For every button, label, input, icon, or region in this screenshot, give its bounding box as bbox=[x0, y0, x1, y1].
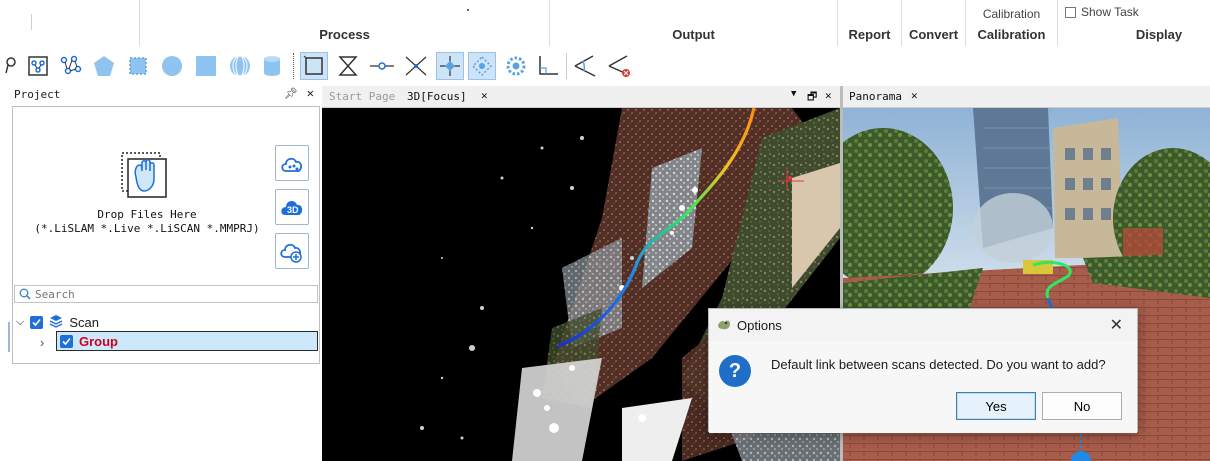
layers-icon bbox=[49, 314, 63, 331]
angle-icon[interactable] bbox=[534, 52, 562, 80]
ruler-delete-icon[interactable] bbox=[606, 52, 634, 80]
group-checkbox[interactable] bbox=[60, 334, 73, 348]
tree-item-group-expander[interactable]: › bbox=[40, 332, 44, 352]
project-panel-header: Project 📌︎ ✕ bbox=[10, 86, 320, 104]
dropdown-icon[interactable]: ▼ bbox=[791, 89, 796, 99]
cloud-open-icon bbox=[281, 157, 303, 172]
tab-3d-focus[interactable]: 3D[Focus] bbox=[407, 90, 467, 103]
close-icon[interactable]: ✕ bbox=[825, 89, 832, 102]
chevron-down-icon[interactable]: ⌵ bbox=[16, 316, 24, 329]
ribbon-group-report: Report bbox=[838, 0, 902, 46]
sphere-icon[interactable] bbox=[226, 52, 254, 80]
rectangle-select-icon[interactable] bbox=[124, 52, 152, 80]
ribbon-group-label: Output bbox=[672, 27, 715, 42]
hourglass-icon[interactable] bbox=[334, 52, 362, 80]
search-input[interactable] bbox=[35, 287, 305, 301]
diamond-point-icon[interactable] bbox=[436, 52, 464, 80]
scan-checkbox[interactable] bbox=[30, 315, 44, 329]
ribbon-group-label: Calibration bbox=[977, 27, 1046, 42]
calibration-button-label[interactable]: Calibration bbox=[966, 7, 1057, 21]
close-icon[interactable]: ✕ bbox=[1110, 315, 1123, 335]
toolbar-separator bbox=[293, 53, 294, 79]
ribbon-group-label: Display bbox=[1135, 27, 1183, 42]
close-icon[interactable]: ✕ bbox=[481, 89, 488, 102]
drop-hand-icon bbox=[118, 149, 168, 199]
tree-item-scan[interactable]: ⌵ Scan bbox=[16, 312, 99, 332]
ribbon-divider bbox=[31, 14, 32, 30]
pentagon-icon[interactable] bbox=[90, 52, 118, 80]
project-panel: Project 📌︎ ✕ Drop Files Here (*.LiSLAM *… bbox=[10, 86, 320, 461]
open-3d-button[interactable]: 3D bbox=[275, 189, 309, 225]
node-graph-icon[interactable] bbox=[56, 52, 84, 80]
ribbon-group-left bbox=[0, 0, 140, 46]
tree-item-label: Group bbox=[79, 333, 118, 349]
view-tabstrip: Start Page 3D[Focus] ✕ ▼ 🗗︎ ✕ bbox=[322, 86, 840, 108]
drop-files-extensions: (*.LiSLAM *.Live *.LiSCAN *.MMPRJ) bbox=[34, 222, 260, 235]
tab-panorama[interactable]: Panorama bbox=[849, 90, 902, 103]
app-icon bbox=[717, 317, 731, 334]
ribbon-group-output: Output bbox=[550, 0, 838, 46]
search-icon bbox=[19, 288, 31, 300]
cylinder-icon[interactable] bbox=[258, 52, 286, 80]
toolbar bbox=[0, 49, 1210, 85]
ribbon-group-label: Process bbox=[319, 27, 370, 42]
pin-icon[interactable]: 📌︎ bbox=[284, 87, 298, 100]
show-task-checkbox[interactable]: Show Task bbox=[1065, 5, 1139, 19]
no-button[interactable]: No bbox=[1042, 392, 1122, 420]
panorama-tabstrip: Panorama ✕ bbox=[843, 86, 1210, 108]
tab-start-page[interactable]: Start Page bbox=[329, 90, 395, 103]
close-icon[interactable]: ✕ bbox=[307, 86, 314, 100]
dialog-message: Default link between scans detected. Do … bbox=[771, 357, 1106, 372]
open-project-button[interactable] bbox=[275, 145, 309, 181]
ruler-angle-icon[interactable] bbox=[572, 52, 600, 80]
box-frame-icon[interactable] bbox=[300, 52, 328, 80]
dotted-diamond-icon[interactable] bbox=[468, 52, 496, 80]
ribbon-dot bbox=[467, 9, 469, 11]
drop-files-label: Drop Files Here bbox=[97, 208, 197, 221]
options-dialog: Options ✕ ? Default link between scans d… bbox=[708, 308, 1138, 433]
toolbar-separator bbox=[566, 53, 567, 79]
checkbox-box[interactable] bbox=[1065, 6, 1076, 18]
yes-button[interactable]: Yes bbox=[956, 392, 1036, 420]
ribbon-group-label: Convert bbox=[908, 27, 959, 42]
add-cloud-button[interactable] bbox=[275, 233, 309, 269]
point-line-icon[interactable] bbox=[368, 52, 396, 80]
close-icon[interactable]: ✕ bbox=[911, 89, 918, 102]
search-box[interactable] bbox=[14, 285, 318, 303]
network-select-icon[interactable] bbox=[24, 52, 52, 80]
tree-item-label: Scan bbox=[69, 314, 99, 330]
ribbon-group-calibration: Calibration Calibration bbox=[966, 0, 1058, 46]
dialog-title: Options bbox=[737, 318, 782, 333]
tree-item-group[interactable]: Group bbox=[56, 331, 318, 351]
ribbon: Process Output Report Convert Calibratio… bbox=[0, 0, 1210, 46]
svg-text:3D: 3D bbox=[287, 205, 299, 215]
cloud-add-icon bbox=[280, 243, 302, 263]
square-icon[interactable] bbox=[192, 52, 220, 80]
circle-icon[interactable] bbox=[158, 52, 186, 80]
dialog-body: ? Default link between scans detected. D… bbox=[709, 341, 1137, 433]
project-panel-title: Project bbox=[14, 88, 61, 101]
dialog-titlebar[interactable]: Options ✕ bbox=[709, 309, 1137, 341]
show-task-label: Show Task bbox=[1081, 5, 1139, 19]
gear-cluster-icon[interactable] bbox=[502, 52, 530, 80]
ribbon-group-process: Process bbox=[140, 0, 550, 46]
cross-icon[interactable] bbox=[402, 52, 430, 80]
ribbon-group-convert: Convert bbox=[902, 0, 966, 46]
float-window-icon[interactable]: 🗗︎ bbox=[807, 88, 817, 107]
cloud-3d-icon: 3D bbox=[281, 201, 303, 215]
question-icon: ? bbox=[719, 355, 751, 387]
ribbon-group-label: Report bbox=[848, 27, 891, 42]
chevron-right-icon[interactable]: › bbox=[40, 335, 44, 350]
lasso-icon[interactable] bbox=[0, 52, 18, 80]
